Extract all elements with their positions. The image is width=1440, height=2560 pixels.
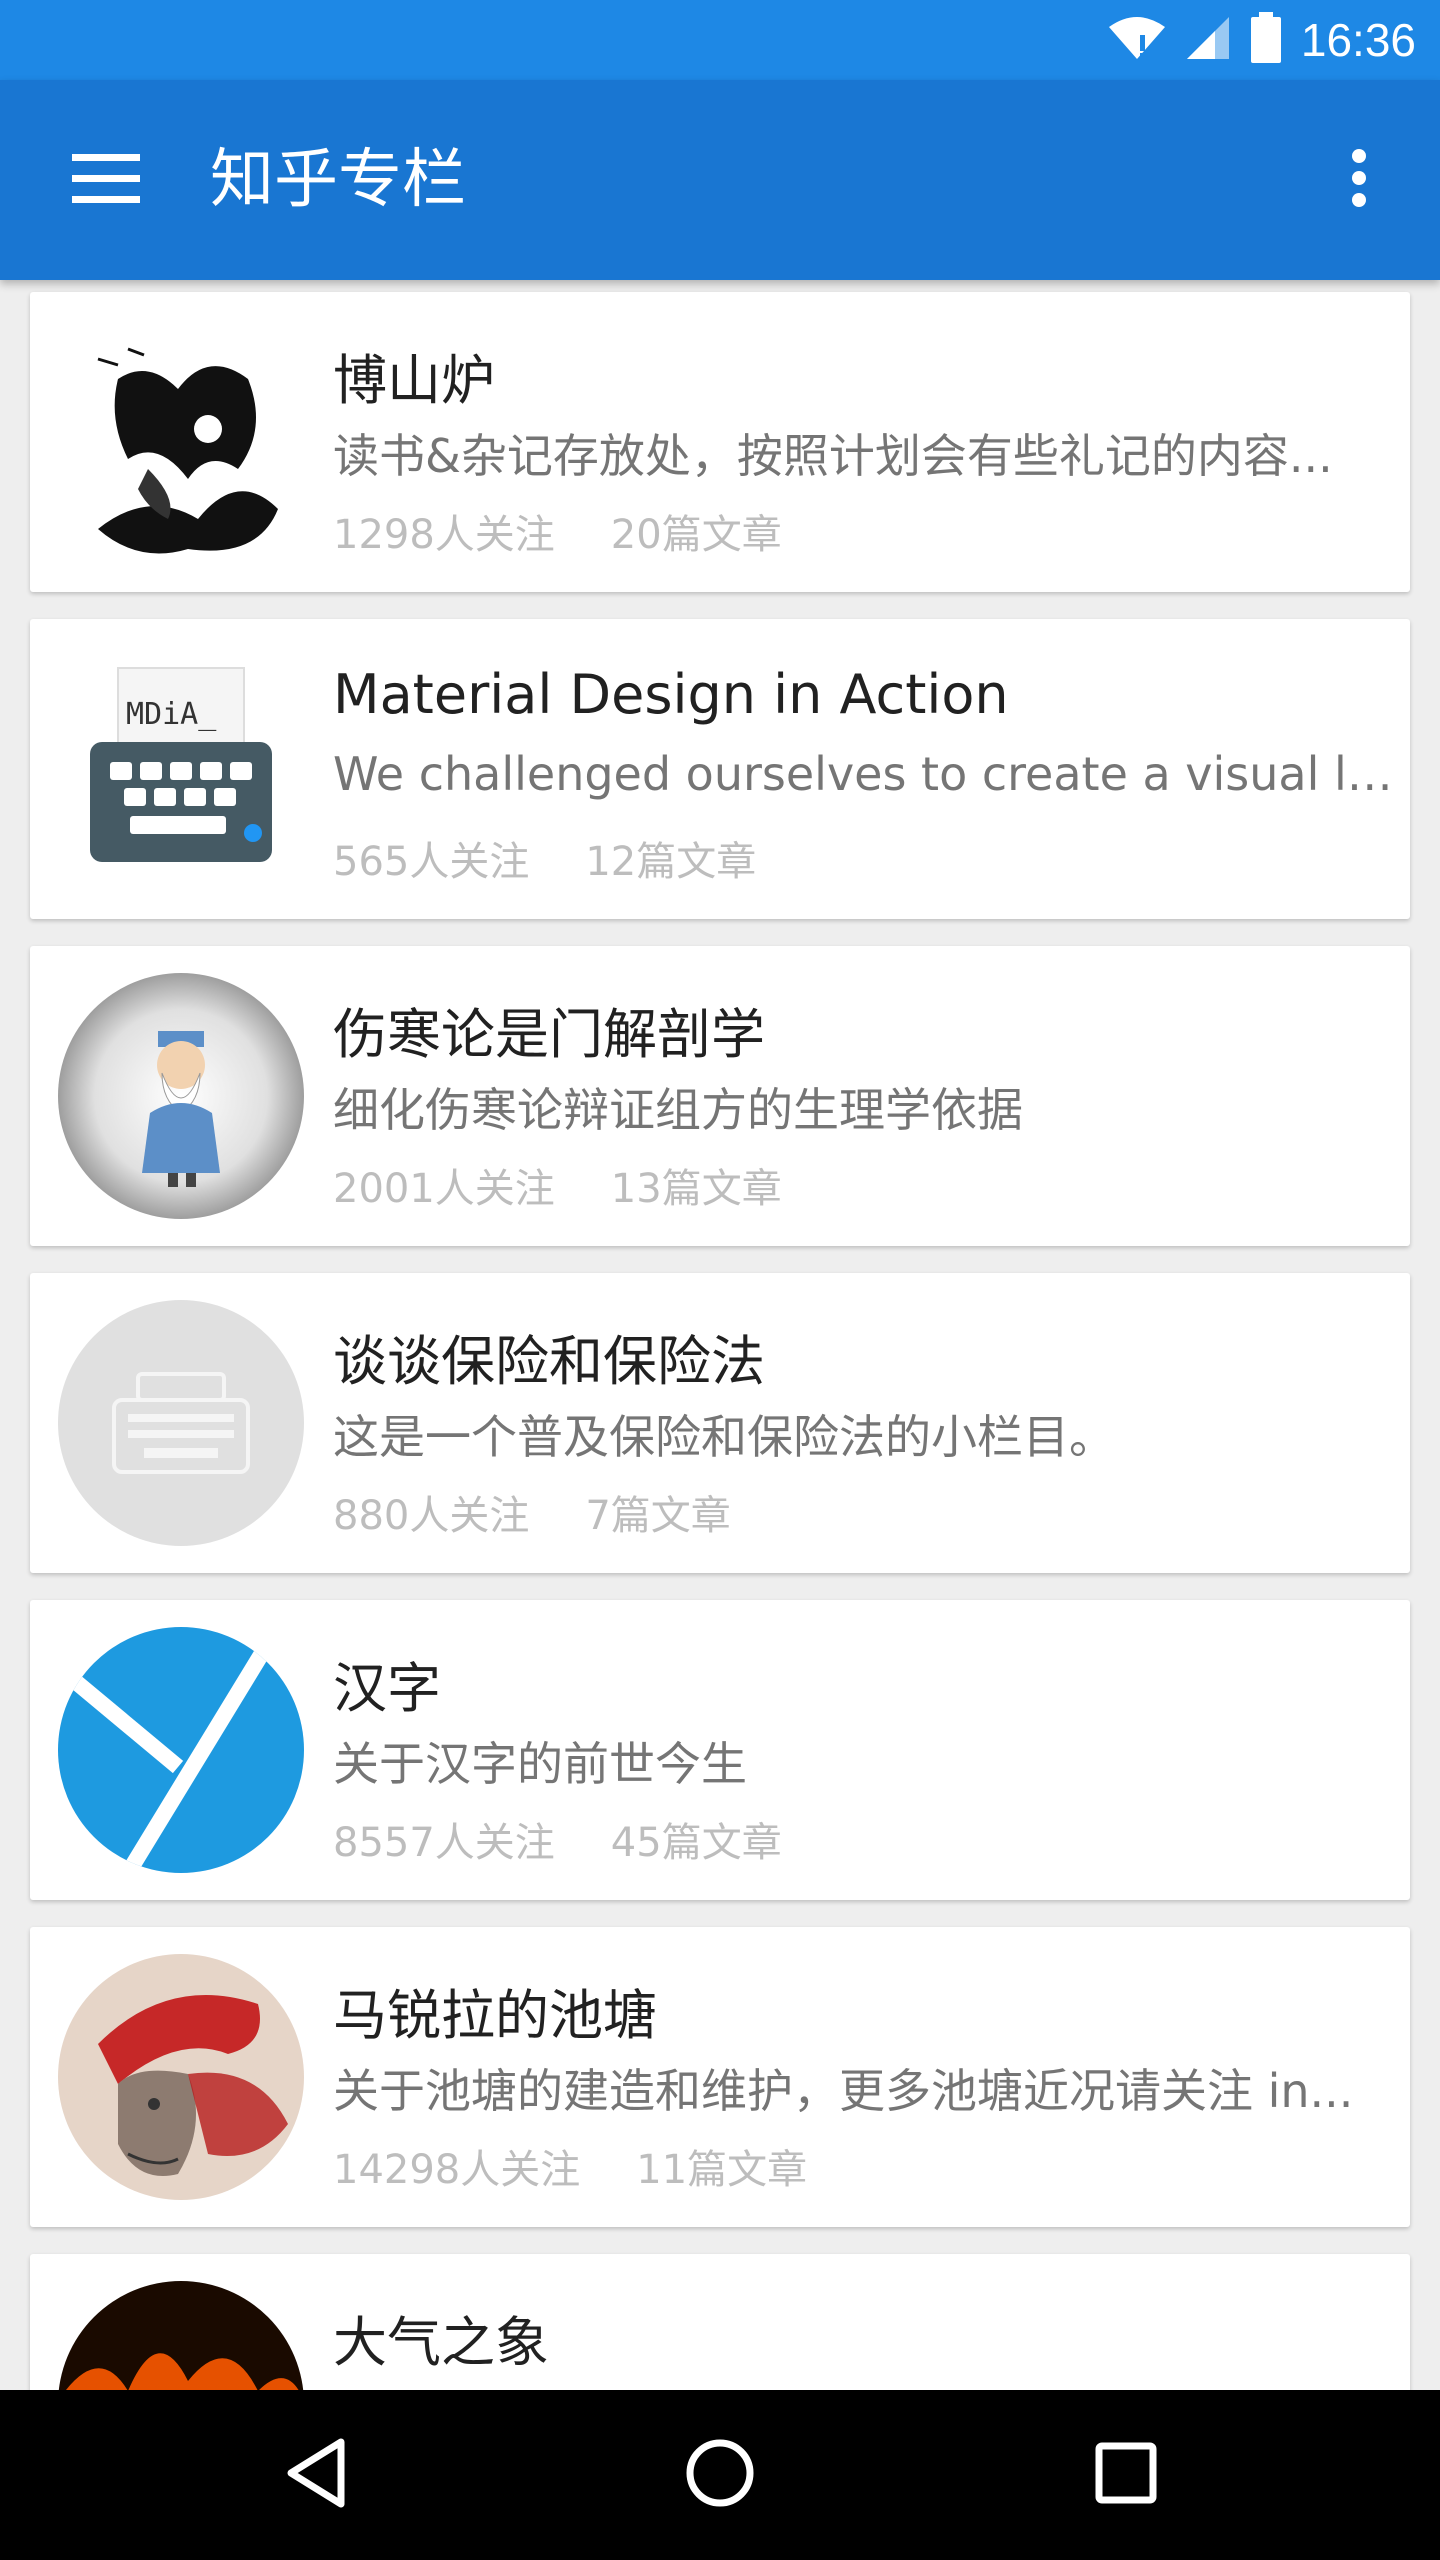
ink-painting-avatar xyxy=(58,319,304,565)
column-list: 博山炉 读书&杂记存放处，按照计划会有些礼记的内容... 1298人关注 20篇… xyxy=(0,280,1440,2390)
article-count: 7篇文章 xyxy=(585,1493,731,1539)
column-avatar xyxy=(58,973,304,1219)
blue-y-logo-avatar xyxy=(58,1627,304,1873)
column-avatar xyxy=(58,1300,304,1546)
column-card[interactable]: 伤寒论是门解剖学 细化伤寒论辩证组方的生理学依据 2001人关注 13篇文章 xyxy=(30,946,1410,1246)
follower-count: 565人关注 xyxy=(333,839,530,885)
column-meta: 8557人关注 45篇文章 xyxy=(333,1810,1393,1868)
red-hat-sketch-avatar xyxy=(58,1954,304,2200)
column-description: 关于汉字的前世今生 xyxy=(333,1737,747,1791)
recents-icon xyxy=(1093,2440,1159,2510)
column-title: 大气之象 xyxy=(333,2311,549,2374)
column-card[interactable]: 马锐拉的池塘 关于池塘的建造和维护，更多池塘近况请关注 in... 14298人… xyxy=(30,1927,1410,2227)
status-time: 16:36 xyxy=(1300,14,1416,66)
column-description: We challenged ourselves to create a visu… xyxy=(333,747,1393,801)
article-count: 45篇文章 xyxy=(610,1820,782,1866)
status-bar: 16:36 xyxy=(0,0,1440,80)
column-title: Material Design in Action xyxy=(333,663,1009,726)
recents-button[interactable] xyxy=(1056,2420,1196,2530)
column-title: 谈谈保险和保险法 xyxy=(333,1330,765,1393)
column-description: 这是一个普及保险和保险法的小栏目。 xyxy=(333,1410,1115,1464)
column-card[interactable]: 谈谈保险和保险法 这是一个普及保险和保险法的小栏目。 880人关注 7篇文章 xyxy=(30,1273,1410,1573)
menu-icon xyxy=(72,152,140,208)
column-title: 伤寒论是门解剖学 xyxy=(333,1003,765,1066)
follower-count: 880人关注 xyxy=(333,1493,530,1539)
column-title: 汉字 xyxy=(333,1657,441,1720)
navigation-bar xyxy=(0,2390,1440,2560)
column-avatar xyxy=(58,319,304,565)
follower-count: 1298人关注 xyxy=(333,512,555,558)
status-icons: 16:36 xyxy=(1107,0,1416,80)
column-card[interactable]: MDiA_ Material Design in Action We chall… xyxy=(30,619,1410,919)
follower-count: 14298人关注 xyxy=(333,2147,581,2193)
more-vert-icon xyxy=(1351,148,1367,212)
avatar-text: MDiA_ xyxy=(126,697,217,732)
column-card[interactable]: 汉字 关于汉字的前世今生 8557人关注 45篇文章 xyxy=(30,1600,1410,1900)
cellular-signal-icon xyxy=(1185,15,1231,65)
column-title: 马锐拉的池塘 xyxy=(333,1984,657,2047)
menu-button[interactable] xyxy=(56,130,156,230)
column-avatar xyxy=(58,2281,304,2390)
article-count: 11篇文章 xyxy=(636,2147,808,2193)
typewriter-placeholder-avatar xyxy=(58,1300,304,1546)
overflow-menu-button[interactable] xyxy=(1314,130,1404,230)
home-button[interactable] xyxy=(650,2420,790,2530)
column-meta: 2001人关注 13篇文章 xyxy=(333,1156,1393,1214)
wifi-icon xyxy=(1107,15,1167,65)
column-avatar xyxy=(58,1954,304,2200)
column-card[interactable]: 博山炉 读书&杂记存放处，按照计划会有些礼记的内容... 1298人关注 20篇… xyxy=(30,292,1410,592)
article-count: 13篇文章 xyxy=(610,1166,782,1212)
column-meta: 1298人关注 20篇文章 xyxy=(333,502,1393,560)
column-meta: 565人关注 12篇文章 xyxy=(333,829,1393,887)
sage-figure-avatar xyxy=(58,973,304,1219)
article-count: 12篇文章 xyxy=(585,839,757,885)
column-meta: 880人关注 7篇文章 xyxy=(333,1483,1393,1541)
follower-count: 2001人关注 xyxy=(333,1166,555,1212)
typewriter-keyboard-avatar: MDiA_ xyxy=(58,646,304,892)
column-avatar xyxy=(58,1627,304,1873)
back-button[interactable] xyxy=(246,2420,386,2530)
column-description: 细化伤寒论辩证组方的生理学依据 xyxy=(333,1083,1023,1137)
column-meta: 14298人关注 11篇文章 xyxy=(333,2137,1393,2195)
column-avatar: MDiA_ xyxy=(58,646,304,892)
battery-icon xyxy=(1249,12,1283,68)
column-description: 关于池塘的建造和维护，更多池塘近况请关注 in... xyxy=(333,2064,1354,2118)
column-title: 博山炉 xyxy=(333,349,495,412)
fire-avatar xyxy=(58,2281,304,2390)
page-title: 知乎专栏 xyxy=(210,143,466,217)
article-count: 20篇文章 xyxy=(610,512,782,558)
follower-count: 8557人关注 xyxy=(333,1820,555,1866)
app-bar: 知乎专栏 xyxy=(0,80,1440,280)
back-icon xyxy=(281,2436,351,2514)
column-description: 读书&杂记存放处，按照计划会有些礼记的内容... xyxy=(333,429,1333,483)
home-icon xyxy=(683,2436,757,2514)
column-card[interactable]: 大气之象 xyxy=(30,2254,1410,2390)
